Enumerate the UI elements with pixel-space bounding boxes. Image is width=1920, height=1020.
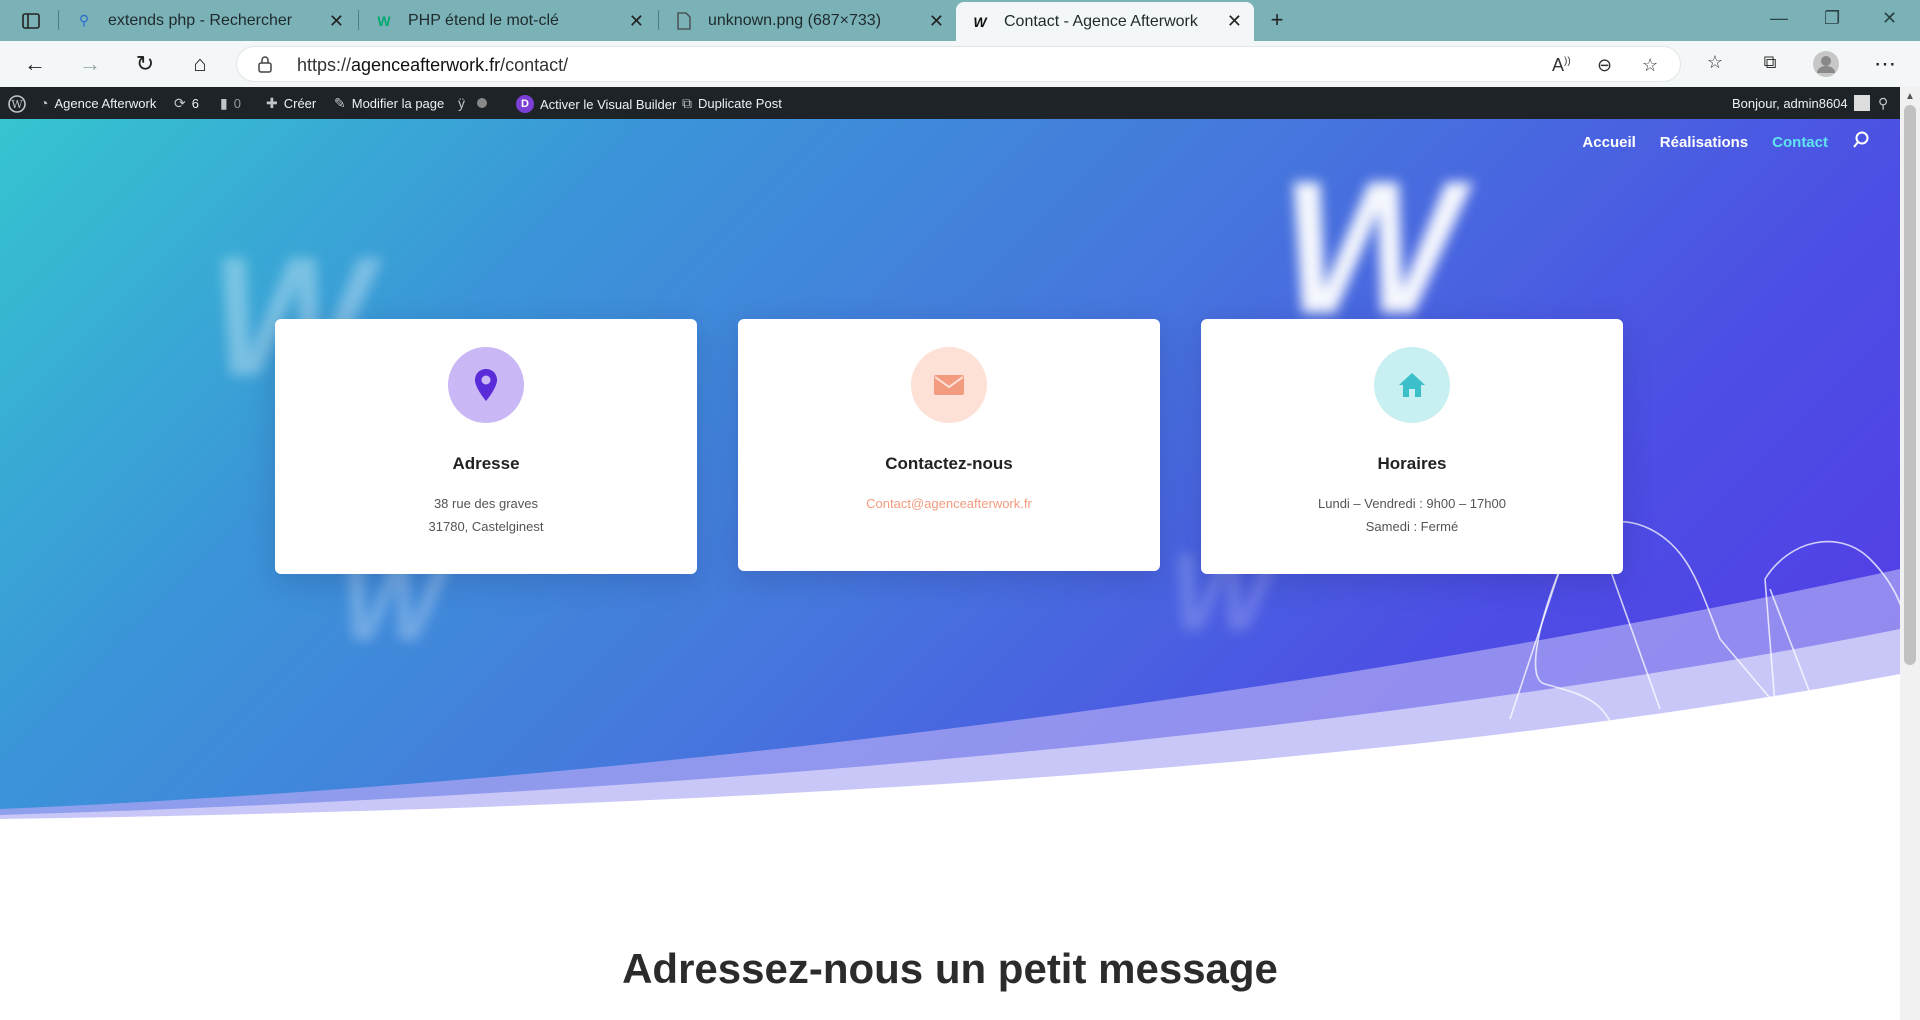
- site-nav: Accueil Réalisations Contact: [1582, 131, 1870, 153]
- plus-icon: ✚: [266, 95, 278, 111]
- wp-yoast[interactable]: ÿ: [458, 95, 487, 111]
- tab-title: PHP étend le mot-clé: [408, 11, 559, 29]
- hours-line: Samedi : Fermé: [1365, 519, 1459, 534]
- wp-create[interactable]: ✚ Créer: [266, 95, 316, 112]
- email-link[interactable]: Contact@agenceafterwork.fr: [738, 496, 1160, 511]
- read-aloud-icon[interactable]: A)): [1552, 55, 1571, 76]
- nav-accueil[interactable]: Accueil: [1582, 134, 1635, 151]
- card-adresse: Adresse 38 rue des graves 31780, Castelg…: [275, 319, 697, 574]
- contact-form-heading: Adressez-nous un petit message: [622, 945, 1278, 992]
- profile-avatar[interactable]: [1813, 51, 1839, 77]
- refresh-icon[interactable]: ↻: [132, 51, 158, 77]
- scrollbar-thumb[interactable]: [1904, 105, 1916, 665]
- wordpress-logo-icon[interactable]: W: [8, 95, 26, 113]
- url-field[interactable]: https://agenceafterwork.fr/contact/ A)) …: [236, 46, 1681, 82]
- hours-line: Lundi – Vendredi : 9h00 – 17h00: [1318, 496, 1506, 511]
- wp-duplicate-post[interactable]: ⧉ Duplicate Post: [682, 95, 782, 112]
- collections-icon[interactable]: ⧉: [1757, 49, 1783, 75]
- dashboard-icon: ◔: [40, 95, 49, 111]
- close-icon[interactable]: ✕: [1227, 11, 1242, 32]
- nav-contact[interactable]: Contact: [1772, 134, 1828, 151]
- restore-icon[interactable]: ❐: [1824, 8, 1840, 29]
- close-icon[interactable]: ✕: [329, 11, 344, 32]
- wp-site-name[interactable]: ◔ Agence Afterwork: [40, 95, 156, 111]
- page-scrollbar[interactable]: ▲: [1900, 87, 1920, 1020]
- address-line: 38 rue des graves: [433, 496, 539, 511]
- w3-icon: W: [377, 12, 391, 29]
- url-text: https://agenceafterwork.fr/contact/: [297, 55, 569, 75]
- wp-admin-bar: W ◔ Agence Afterwork ⟳ 6 ▮ 0 ✚ Créer ✎ M…: [0, 87, 1920, 119]
- wp-account[interactable]: Bonjour, admin8604: [1732, 95, 1870, 111]
- divi-icon: D: [516, 95, 534, 113]
- card-title: Adresse: [452, 454, 520, 473]
- tab-extends-php[interactable]: ⚲ extends php - Rechercher ✕: [60, 2, 356, 39]
- address-bar-row: ← → ↻ ⌂ https://agenceafterwork.fr/conta…: [0, 41, 1920, 87]
- wp-edit-page[interactable]: ✎ Modifier la page: [334, 95, 444, 112]
- wp-search-icon[interactable]: ⚲: [1878, 95, 1888, 112]
- home-icon: [1374, 347, 1450, 423]
- seo-status-dot: [477, 98, 487, 108]
- tab-title: unknown.png (687×733): [708, 11, 882, 29]
- forward-icon[interactable]: →: [77, 51, 103, 77]
- pencil-icon: ✎: [334, 95, 346, 111]
- more-menu-icon[interactable]: ⋯: [1872, 51, 1898, 77]
- svg-text:W: W: [11, 98, 23, 111]
- back-icon[interactable]: ←: [22, 51, 48, 77]
- card-contact: Contactez-nous Contact@agenceafterwork.f…: [738, 319, 1160, 571]
- wp-visual-builder[interactable]: D Activer le Visual Builder: [516, 95, 676, 113]
- wp-updates[interactable]: ⟳ 6: [174, 95, 199, 112]
- close-icon[interactable]: ✕: [929, 11, 944, 32]
- afterwork-logo-icon: W: [973, 13, 987, 30]
- minimize-icon[interactable]: —: [1770, 8, 1788, 29]
- favorites-icon[interactable]: ☆: [1702, 49, 1728, 75]
- tab-contact-active[interactable]: W Contact - Agence Afterwork ✕: [956, 2, 1254, 41]
- tab-actions-icon[interactable]: [18, 8, 44, 34]
- tab-php-etend[interactable]: W PHP étend le mot-clé ✕: [360, 2, 656, 39]
- wp-comments[interactable]: ▮ 0: [220, 95, 241, 112]
- search-icon[interactable]: [1852, 131, 1870, 153]
- home-icon[interactable]: ⌂: [187, 51, 213, 77]
- scroll-up-icon[interactable]: ▲: [1905, 91, 1915, 102]
- browser-tab-bar: ⚲ extends php - Rechercher ✕ W PHP étend…: [0, 0, 1920, 41]
- nav-realisations[interactable]: Réalisations: [1660, 134, 1748, 151]
- file-icon: [674, 11, 694, 31]
- address-line: 31780, Castelginest: [428, 519, 544, 534]
- new-tab-icon[interactable]: +: [1264, 7, 1290, 33]
- tab-title: Contact - Agence Afterwork: [1004, 12, 1198, 30]
- user-avatar: [1853, 95, 1870, 111]
- duplicate-icon: ⧉: [682, 95, 692, 111]
- card-title: Contactez-nous: [885, 454, 1013, 473]
- card-title: Horaires: [1377, 454, 1447, 473]
- tab-title: extends php - Rechercher: [108, 11, 293, 29]
- yoast-icon: ÿ: [458, 95, 465, 111]
- lock-icon: [257, 55, 273, 73]
- update-icon: ⟳: [174, 95, 186, 111]
- envelope-icon: [911, 347, 987, 423]
- search-icon: ⚲: [78, 12, 90, 28]
- add-favorite-icon[interactable]: ☆: [1642, 55, 1658, 76]
- comment-icon: ▮: [220, 95, 228, 111]
- close-icon[interactable]: ✕: [629, 11, 644, 32]
- zoom-icon[interactable]: ⊖: [1597, 55, 1612, 76]
- card-horaires: Horaires Lundi – Vendredi : 9h00 – 17h00…: [1201, 319, 1623, 574]
- location-pin-icon: [448, 347, 524, 423]
- tab-unknown-png[interactable]: unknown.png (687×733) ✕: [660, 2, 956, 39]
- window-close-icon[interactable]: ✕: [1882, 8, 1897, 29]
